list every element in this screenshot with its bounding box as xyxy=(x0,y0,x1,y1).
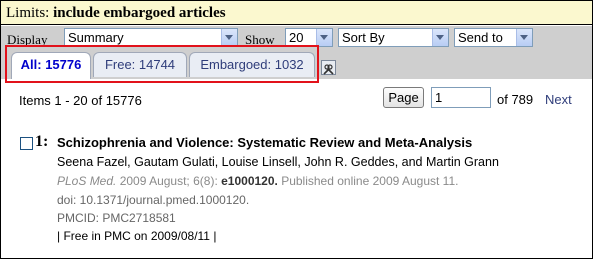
limits-bar: Limits: include embargoed articles xyxy=(1,1,592,25)
chevron-down-icon xyxy=(221,29,237,46)
sort-by-select-value: Sort By xyxy=(342,30,385,45)
result-title[interactable]: Schizophrenia and Violence: Systematic R… xyxy=(57,135,472,150)
result-pmcid: PMCID: PMC2718581 xyxy=(57,211,176,225)
next-link[interactable]: Next xyxy=(545,92,572,107)
show-select-value: 20 xyxy=(289,30,304,45)
page-total: of 789 xyxy=(497,92,534,107)
wrench-icon[interactable] xyxy=(321,60,336,75)
page-button[interactable]: Page xyxy=(383,87,424,108)
sort-by-select[interactable]: Sort By xyxy=(338,28,449,47)
send-to-select[interactable]: Send to xyxy=(454,28,533,47)
result-free-link[interactable]: | Free in PMC on 2009/08/11 | xyxy=(57,229,216,243)
limits-value: include embargoed articles xyxy=(53,5,226,21)
result-citation: PLoS Med. 2009 August; 6(8): e1000120. P… xyxy=(57,174,458,188)
result-doi: doi: 10.1371/journal.pmed.1000120. xyxy=(57,193,250,207)
result-number: 1: xyxy=(35,133,49,150)
limits-label: Limits: xyxy=(6,5,50,21)
journal-name: PLoS Med. xyxy=(57,174,117,188)
result-checkbox[interactable] xyxy=(20,137,33,150)
chevron-down-icon xyxy=(432,29,448,46)
send-to-select-value: Send to xyxy=(458,30,503,45)
article-id: e1000120. xyxy=(221,174,278,188)
citation-post: Published online 2009 August 11. xyxy=(277,174,459,188)
result-authors: Seena Fazel, Gautam Gulati, Louise Linse… xyxy=(57,155,499,169)
items-count: Items 1 - 20 of 15776 xyxy=(19,93,142,108)
display-select-value: Summary xyxy=(68,30,124,45)
tabs-highlight-box xyxy=(5,45,319,83)
wrench-icon-glyph xyxy=(323,64,334,75)
page-number-input[interactable]: 1 xyxy=(431,87,491,108)
citation-pre: 2009 August; 6(8): xyxy=(116,174,222,188)
chevron-down-icon xyxy=(516,29,532,46)
chevron-down-icon xyxy=(316,29,332,46)
